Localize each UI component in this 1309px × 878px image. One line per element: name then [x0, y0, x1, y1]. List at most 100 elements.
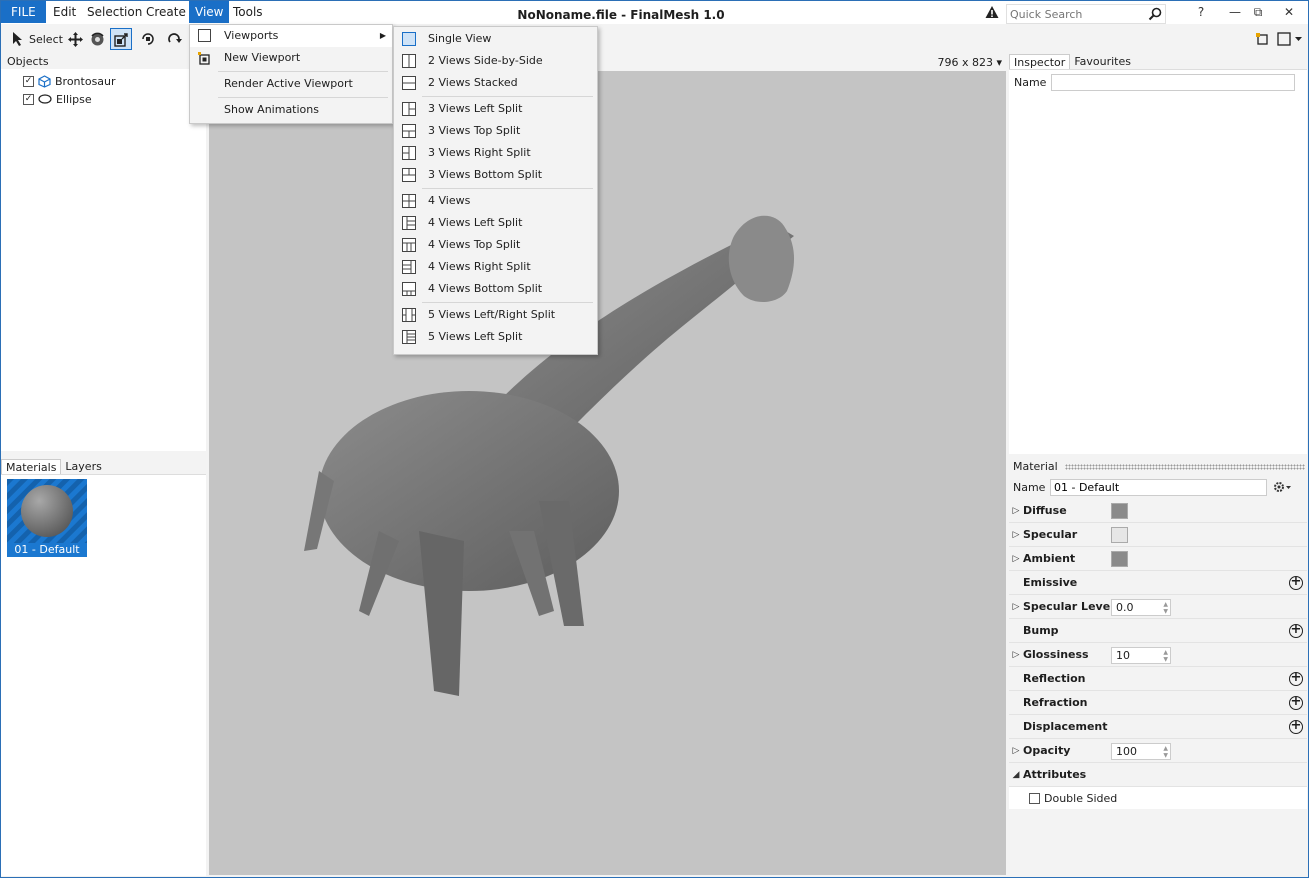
material-row-specular[interactable]: ▷ Specular [1009, 523, 1307, 547]
expand-triangle-icon[interactable]: ◢ [1009, 770, 1023, 780]
layout-dropdown-button[interactable] [1277, 28, 1303, 50]
3d-viewport[interactable] [209, 71, 1006, 875]
submenu-item-3-views-left-split[interactable]: 3 Views Left Split [394, 98, 597, 120]
material-name-input[interactable] [1050, 478, 1267, 496]
tab-layers[interactable]: Layers [61, 459, 105, 474]
menu-separator [218, 71, 388, 72]
color-swatch[interactable] [1111, 527, 1128, 543]
add-map-icon[interactable]: + [1289, 575, 1303, 590]
new-viewport-icon [198, 52, 210, 65]
expand-triangle-icon[interactable]: ▷ [1009, 530, 1023, 540]
material-row-displacement[interactable]: Displacement + [1009, 715, 1307, 739]
scale-tool-button[interactable] [110, 28, 132, 50]
layout-lr5-icon [402, 308, 416, 322]
material-row-bump[interactable]: Bump + [1009, 619, 1307, 643]
numeric-spinner[interactable]: 0.0 ▲ ▼ [1111, 599, 1171, 616]
submenu-item-label: 3 Views Top Split [428, 124, 521, 137]
brontosaur-checkbox[interactable]: ✓ [23, 75, 34, 87]
rotate-tool-button[interactable] [89, 28, 106, 50]
material-row-ambient[interactable]: ▷ Ambient [1009, 547, 1307, 571]
material-row-specular-level[interactable]: ▷ Specular Level 0.0 ▲ ▼ [1009, 595, 1307, 619]
tab-favourites[interactable]: Favourites [1070, 54, 1135, 69]
tab-inspector[interactable]: Inspector [1009, 54, 1071, 69]
transform-icon [142, 33, 154, 45]
add-map-icon[interactable]: + [1289, 719, 1303, 734]
material-settings-icon[interactable] [1273, 481, 1293, 493]
submenu-item-2-views-stacked[interactable]: 2 Views Stacked [394, 72, 597, 94]
spinner-arrows-icon[interactable]: ▲ ▼ [1163, 649, 1168, 663]
header-grip [1065, 464, 1305, 470]
material-tile[interactable]: 01 - Default [7, 479, 87, 557]
menu-separator [422, 188, 593, 189]
submenu-item-5-views-left-right-split[interactable]: 5 Views Left/Right Split [394, 304, 597, 326]
search-icon[interactable] [1148, 7, 1162, 21]
material-property-list: ▷ Diffuse ▷ Specular ▷ Ambient Emissive + ▷ Specu… [1009, 499, 1307, 787]
material-section-header: Material [1009, 459, 1307, 475]
add-map-icon[interactable]: + [1289, 671, 1303, 686]
ellipse-checkbox[interactable]: ✓ [23, 93, 34, 105]
submenu-item-3-views-top-split[interactable]: 3 Views Top Split [394, 120, 597, 142]
material-row-attributes[interactable]: ◢ Attributes [1009, 763, 1307, 787]
submenu-item-4-views-top-split[interactable]: 4 Views Top Split [394, 234, 597, 256]
menu-item-render-active-viewport[interactable]: Render Active Viewport [190, 73, 392, 95]
viewport-square-icon [198, 29, 211, 42]
menu-item-new-viewport[interactable]: New Viewport [190, 47, 392, 69]
restore-button[interactable]: ⧉ [1250, 4, 1266, 20]
brontosaur-model [304, 215, 795, 696]
material-row-diffuse[interactable]: ▷ Diffuse [1009, 499, 1307, 523]
layout-l5-icon [402, 330, 416, 344]
expand-triangle-icon[interactable]: ▷ [1009, 506, 1023, 516]
expand-triangle-icon[interactable]: ▷ [1009, 602, 1023, 612]
inspector-name-input[interactable] [1051, 73, 1295, 91]
submenu-item-2-views-side-by-side[interactable]: 2 Views Side-by-Side [394, 50, 597, 72]
submenu-item-3-views-bottom-split[interactable]: 3 Views Bottom Split [394, 164, 597, 186]
spinner-arrows-icon[interactable]: ▲ ▼ [1163, 745, 1168, 759]
quick-search-input[interactable] [1007, 5, 1142, 23]
numeric-spinner[interactable]: 100 ▲ ▼ [1111, 743, 1171, 760]
spinner-arrows-icon[interactable]: ▲ ▼ [1163, 601, 1168, 615]
quick-search-box[interactable] [1006, 4, 1166, 24]
close-button[interactable]: ✕ [1281, 4, 1297, 20]
viewport-size-dropdown[interactable]: 796 x 823 ▾ [937, 56, 1002, 69]
submenu-item-4-views-bottom-split[interactable]: 4 Views Bottom Split [394, 278, 597, 300]
layout-l3-icon [402, 102, 416, 116]
color-swatch[interactable] [1111, 503, 1128, 519]
expand-triangle-icon[interactable]: ▷ [1009, 650, 1023, 660]
redo-tool-button[interactable] [167, 28, 183, 50]
double-sided-checkbox[interactable] [1029, 792, 1040, 804]
material-row-reflection[interactable]: Reflection + [1009, 667, 1307, 691]
material-row-glossiness[interactable]: ▷ Glossiness 10 ▲ ▼ [1009, 643, 1307, 667]
submenu-item-3-views-right-split[interactable]: 3 Views Right Split [394, 142, 597, 164]
tree-item-ellipse[interactable]: ✓ Ellipse [23, 90, 92, 108]
submenu-item-single-view[interactable]: Single View [394, 28, 597, 50]
layout-stack-icon [402, 76, 416, 90]
select-tool-button[interactable]: Select [11, 28, 63, 50]
minimize-button[interactable]: — [1227, 4, 1243, 20]
tab-materials[interactable]: Materials [1, 459, 62, 474]
menu-item-viewports[interactable]: Viewports ▶ [190, 25, 392, 47]
submenu-item-label: 2 Views Stacked [428, 76, 518, 89]
viewport-frame-button[interactable] [1255, 28, 1269, 50]
warning-icon[interactable] [985, 5, 999, 19]
color-swatch[interactable] [1111, 551, 1128, 567]
expand-triangle-icon[interactable]: ▷ [1009, 746, 1023, 756]
submenu-item-4-views-right-split[interactable]: 4 Views Right Split [394, 256, 597, 278]
menu-item-show-animations[interactable]: Show Animations [190, 99, 392, 121]
expand-triangle-icon[interactable]: ▷ [1009, 554, 1023, 564]
add-map-icon[interactable]: + [1289, 695, 1303, 710]
material-row-emissive[interactable]: Emissive + [1009, 571, 1307, 595]
submenu-item-4-views-left-split[interactable]: 4 Views Left Split [394, 212, 597, 234]
material-row-refraction[interactable]: Refraction + [1009, 691, 1307, 715]
material-row-label: Bump [1023, 624, 1059, 637]
numeric-spinner[interactable]: 10 ▲ ▼ [1111, 647, 1171, 664]
transform-tool-button[interactable] [140, 28, 156, 50]
submenu-item-4-views[interactable]: 4 Views [394, 190, 597, 212]
submenu-item-5-views-left-split[interactable]: 5 Views Left Split [394, 326, 597, 348]
add-map-icon[interactable]: + [1289, 623, 1303, 638]
tree-item-label: Brontosaur [55, 74, 116, 88]
material-row-opacity[interactable]: ▷ Opacity 100 ▲ ▼ [1009, 739, 1307, 763]
move-tool-button[interactable] [67, 28, 84, 50]
double-sided-row[interactable]: Double Sided [1009, 787, 1307, 809]
help-button[interactable]: ? [1193, 4, 1209, 20]
tree-item-brontosaur[interactable]: ✓ Brontosaur [23, 72, 116, 90]
